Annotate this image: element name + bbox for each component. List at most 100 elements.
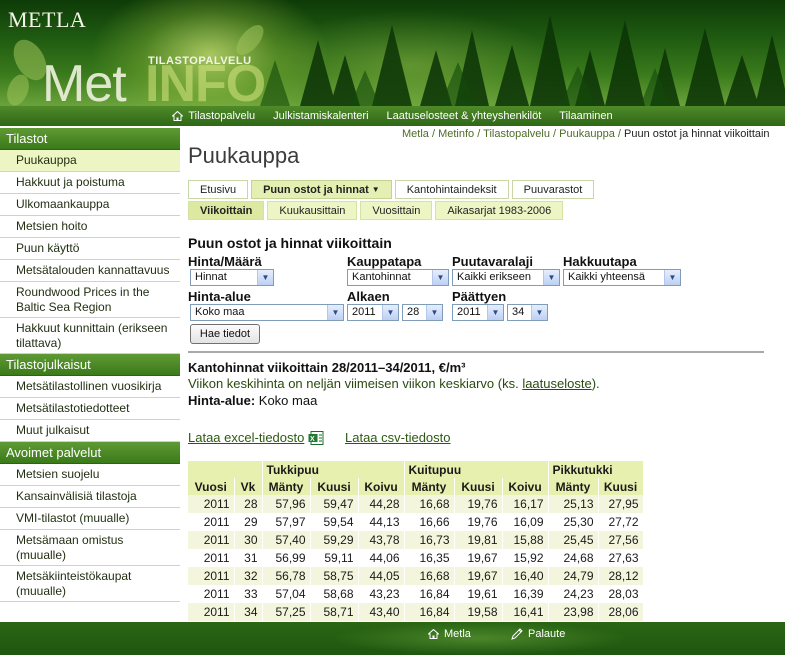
sidebar-item-hakkuut-kunnittain[interactable]: Hakkuut kunnittain (erikseen tilattava) — [0, 318, 180, 354]
hinta-maara-value: Hinnat — [195, 271, 227, 283]
table-cell: 44,28 — [358, 495, 405, 513]
table-cell: 34 — [234, 603, 263, 621]
topnav-laatuselosteet[interactable]: Laatuselosteet & yhteyshenkilöt — [387, 110, 542, 122]
result-note: Viikon keskihinta on neljän viimeisen vi… — [188, 376, 600, 391]
metla-logo-text[interactable]: METLA — [8, 7, 86, 33]
hinta-alue-value: Koko maa — [195, 306, 245, 318]
metinfo-logo-info[interactable]: INFO — [145, 58, 266, 106]
table-group-pikkutukki: Pikkutukki — [548, 461, 644, 478]
table-row: 2011 28 57,96 59,47 44,28 16,68 19,76 16,17 25,1… — [188, 495, 644, 513]
form-title: Puun ostot ja hinnat viikoittain — [188, 235, 392, 251]
sidebar-item-kansainvalisia[interactable]: Kansainvälisiä tilastoja — [0, 486, 180, 508]
table-cell: 57,04 — [262, 585, 311, 603]
table-cell: 43,40 — [358, 603, 405, 621]
table-cell: 57,25 — [262, 603, 311, 621]
sidebar-section-tilastot: Tilastot — [0, 128, 180, 150]
tab-puuvarastot[interactable]: Puuvarastot — [511, 180, 595, 199]
breadcrumb-metla[interactable]: Metla — [402, 128, 429, 140]
breadcrumb-tilastopalvelu[interactable]: Tilastopalvelu — [483, 128, 550, 140]
tab-etusivu[interactable]: Etusivu — [188, 180, 249, 199]
sidebar-item-metsamaan-omistus[interactable]: Metsämaan omistus (muualle) — [0, 530, 180, 566]
table-cell: 19,67 — [454, 549, 503, 567]
breadcrumb-separator: / — [428, 128, 439, 140]
sidebar-item-puukauppa[interactable]: Puukauppa — [0, 150, 180, 172]
topnav-tilastopalvelu[interactable]: Tilastopalvelu — [172, 110, 255, 122]
metinfo-logo-met[interactable]: Met — [42, 58, 127, 106]
result-note-text: Viikon keskihinta on neljän viimeisen vi… — [188, 376, 523, 391]
chevron-down-icon: ▼ — [531, 305, 547, 320]
download-excel-link[interactable]: Lataa excel-tiedosto X — [188, 430, 324, 445]
alkaen-label: Alkaen — [347, 289, 390, 304]
paattyen-week-select[interactable]: 34 ▼ — [507, 304, 548, 321]
table-cell: 58,68 — [310, 585, 359, 603]
table-cell: 16,84 — [404, 585, 455, 603]
hakkuutapa-value: Kaikki yhteensä — [568, 271, 646, 283]
table-cell: 24,23 — [548, 585, 599, 603]
table-cell: 31 — [234, 549, 263, 567]
table-cell: 28 — [234, 495, 263, 513]
subtab-vuosittain[interactable]: Vuosittain — [360, 201, 433, 220]
hinta-maara-select[interactable]: Hinnat ▼ — [190, 269, 274, 286]
sidebar-item-kannattavuus[interactable]: Metsätalouden kannattavuus — [0, 260, 180, 282]
topnav-julkistamiskalenteri[interactable]: Julkistamiskalenteri — [273, 110, 368, 122]
table-row: 2011 31 56,99 59,11 44,06 16,35 19,67 15,92 24,6… — [188, 549, 644, 567]
result-area-value: Koko maa — [255, 393, 318, 408]
topnav-label: Tilastopalvelu — [188, 110, 256, 122]
tab-puun-ostot-ja-hinnat[interactable]: Puun ostot ja hinnat ▼ — [251, 180, 392, 199]
col-tukki-kuusi: Kuusi — [310, 478, 359, 495]
footer-palaute-link[interactable]: Palaute — [511, 628, 565, 640]
table-cell: 25,45 — [548, 531, 599, 549]
table-cell: 19,81 — [454, 531, 503, 549]
hinta-alue-select[interactable]: Koko maa ▼ — [190, 304, 344, 321]
breadcrumb-separator: / — [474, 128, 484, 140]
chevron-down-icon: ▼ — [432, 270, 448, 285]
table-cell: 2011 — [188, 603, 235, 621]
hakkuutapa-label: Hakkuutapa — [563, 254, 637, 269]
col-tukki-koivu: Koivu — [358, 478, 405, 495]
subtab-viikoittain[interactable]: Viikoittain — [188, 201, 265, 220]
alkaen-year-select[interactable]: 2011 ▼ — [347, 304, 399, 321]
home-icon — [172, 111, 184, 121]
topnav-tilaaminen[interactable]: Tilaaminen — [559, 110, 612, 122]
breadcrumb-puukauppa[interactable]: Puukauppa — [559, 128, 615, 140]
subtab-kuukausittain[interactable]: Kuukausittain — [267, 201, 358, 220]
sidebar-item-vmi-tilastot[interactable]: VMI-tilastot (muualle) — [0, 508, 180, 530]
kauppatapa-select[interactable]: Kantohinnat ▼ — [347, 269, 449, 286]
sidebar-item-ulkomaankauppa[interactable]: Ulkomaankauppa — [0, 194, 180, 216]
alkaen-year-value: 2011 — [352, 306, 376, 318]
table-cell: 15,88 — [502, 531, 549, 549]
col-kuitu-manty: Mänty — [404, 478, 455, 495]
footer-palaute-label: Palaute — [528, 628, 566, 640]
sidebar-item-metsien-suojelu[interactable]: Metsien suojelu — [0, 464, 180, 486]
sidebar-item-puun-kaytto[interactable]: Puun käyttö — [0, 238, 180, 260]
download-csv-link[interactable]: Lataa csv-tiedosto — [345, 430, 451, 445]
footer-metla-link[interactable]: Metla — [428, 628, 471, 640]
puutavaralaji-select[interactable]: Kaikki erikseen ▼ — [452, 269, 560, 286]
sidebar-item-roundwood-prices[interactable]: Roundwood Prices in the Baltic Sea Regio… — [0, 282, 180, 318]
footer-metla-label: Metla — [444, 628, 471, 640]
sidebar-item-tiedotteet[interactable]: Metsätilastotiedotteet — [0, 398, 180, 420]
table-cell: 27,63 — [598, 549, 644, 567]
subtab-aikasarjat[interactable]: Aikasarjat 1983-2006 — [435, 201, 564, 220]
chevron-down-icon: ▼ — [426, 305, 442, 320]
laatuseloste-link[interactable]: laatuseloste — [522, 376, 591, 391]
table-cell: 30 — [234, 531, 263, 549]
hakkuutapa-select[interactable]: Kaikki yhteensä ▼ — [563, 269, 681, 286]
kauppatapa-label: Kauppatapa — [347, 254, 422, 269]
chevron-down-icon: ▼ — [327, 305, 343, 320]
tab-kantohintaindeksit[interactable]: Kantohintaindeksit — [394, 180, 509, 199]
hae-tiedot-button[interactable]: Hae tiedot — [190, 324, 260, 344]
sidebar-item-metsien-hoito[interactable]: Metsien hoito — [0, 216, 180, 238]
breadcrumb-metinfo[interactable]: Metinfo — [438, 128, 474, 140]
paattyen-year-select[interactable]: 2011 ▼ — [452, 304, 504, 321]
alkaen-week-select[interactable]: 28 ▼ — [402, 304, 443, 321]
sidebar-item-hakkuut[interactable]: Hakkuut ja poistuma — [0, 172, 180, 194]
table-cell: 28,06 — [598, 603, 644, 621]
sidebar-section-avoimet-palvelut: Avoimet palvelut — [0, 442, 180, 464]
sidebar-item-muut-julkaisut[interactable]: Muut julkaisut — [0, 420, 180, 442]
table-cell: 16,39 — [502, 585, 549, 603]
sidebar-item-vuosikirja[interactable]: Metsätilastollinen vuosikirja — [0, 376, 180, 398]
chevron-down-icon: ▼ — [664, 270, 680, 285]
sidebar-item-metsakiinteistokaupat[interactable]: Metsäkiinteistökaupat (muualle) — [0, 566, 180, 602]
table-cell: 16,17 — [502, 495, 549, 513]
